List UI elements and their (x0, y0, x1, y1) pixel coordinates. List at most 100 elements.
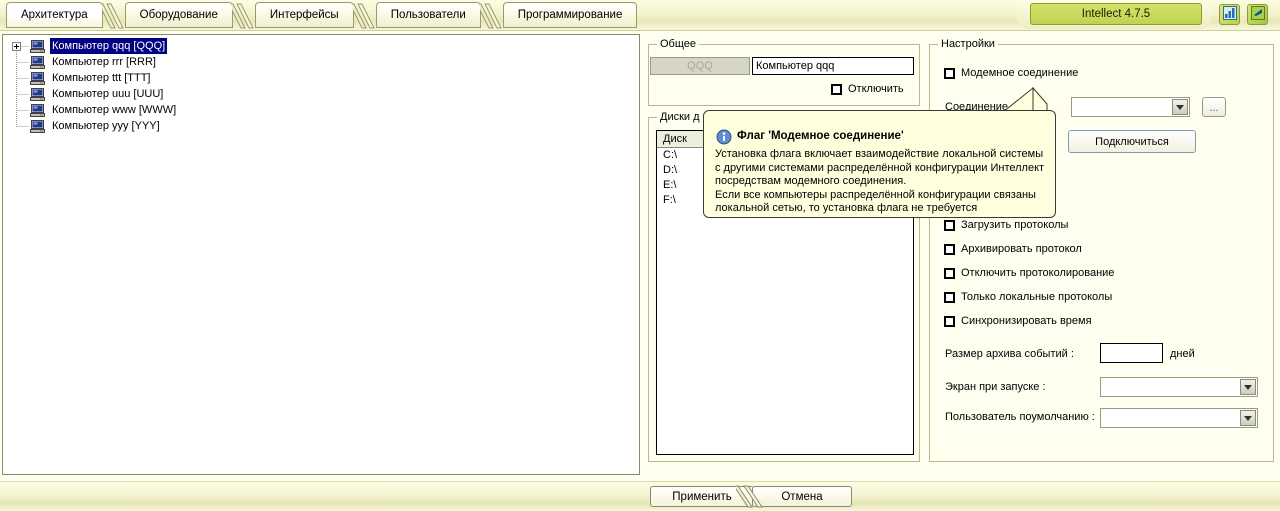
disable-logging-checkbox[interactable] (944, 267, 955, 279)
connection-combo[interactable] (1071, 97, 1190, 117)
disable-logging-row[interactable]: Отключить протоколирование (944, 267, 1114, 279)
tooltip-line: посредствам модемного соединения. (715, 175, 907, 187)
tab-label: Пользователи (390, 9, 466, 21)
tree-item-label: Компьютер uuu [UUU] (52, 88, 164, 100)
tab-polzovateli[interactable]: Пользователи (375, 2, 502, 29)
local-protocols-label: Только локальные протоколы (961, 291, 1113, 303)
tree-guide-icon (7, 86, 31, 102)
archive-protocol-label: Архивировать протокол (961, 243, 1082, 255)
startup-screen-combo[interactable] (1100, 377, 1258, 397)
computer-name-value: Компьютер qqq (756, 60, 835, 72)
browse-button[interactable]: ... (1202, 97, 1226, 117)
tree-expand-icon[interactable] (12, 42, 21, 51)
sync-time-label: Синхронизировать время (961, 315, 1092, 327)
computer-icon (30, 54, 46, 70)
tree-item-www[interactable]: Компьютер www [WWW] (7, 102, 639, 118)
archive-size-label: Размер архива событий : (945, 348, 1074, 360)
sync-time-row[interactable]: Синхронизировать время (944, 315, 1092, 327)
tab-separator-icon (231, 3, 254, 29)
tab-label: Архитектура (21, 9, 88, 21)
tree-item-uuu[interactable]: Компьютер uuu [UUU] (7, 86, 639, 102)
modem-connection-checkbox[interactable] (944, 67, 955, 79)
chevron-down-icon[interactable] (1240, 379, 1256, 395)
tooltip-line: Если все компьютеры распределённой конфи… (715, 188, 1036, 201)
computer-id-field: QQQ (650, 57, 750, 75)
default-user-combo[interactable] (1100, 408, 1258, 428)
startup-screen-label: Экран при запуске : (945, 381, 1046, 393)
tab-oborudovanie[interactable]: Оборудование (124, 2, 254, 29)
version-label: Intellect 4.7.5 (1081, 8, 1151, 20)
tree-item-ttt[interactable]: Компьютер ttt [TTT] (7, 70, 639, 86)
tree-item-yyy[interactable]: Компьютер yyy [YYY] (7, 118, 639, 134)
load-protocols-checkbox[interactable] (944, 219, 955, 231)
tab-interfeysy[interactable]: Интерфейсы (254, 2, 375, 29)
tab-programmirovanie[interactable]: Программирование (502, 2, 638, 28)
archive-size-units: дней (1170, 348, 1195, 360)
load-protocols-row[interactable]: Загрузить протоколы (944, 219, 1068, 231)
tooltip-text: Установка флага включает взаимодействие … (715, 148, 1050, 216)
tab-separator-icon (479, 3, 502, 29)
tree-item-rrr[interactable]: Компьютер rrr [RRR] (7, 54, 639, 70)
info-icon (716, 129, 732, 145)
tooltip-line: с другими системами распределённой конфи… (715, 161, 1045, 174)
footer-separator-icon (733, 485, 772, 508)
archive-protocol-checkbox[interactable] (944, 243, 955, 255)
local-protocols-row[interactable]: Только локальные протоколы (944, 291, 1112, 303)
browse-label: ... (1209, 102, 1219, 114)
tab-label: Программирование (517, 9, 623, 21)
chart-icon-button[interactable] (1219, 4, 1240, 25)
tab-separator-icon (101, 3, 124, 29)
tab-arhitektura[interactable]: Архитектура (6, 2, 124, 29)
default-user-label: Пользователь поумолчанию : (945, 411, 1095, 423)
modem-connection-row[interactable]: Модемное соединение (944, 67, 1078, 79)
architecture-tree-panel[interactable]: Компьютер qqq [QQQ] Компьютер rrr [RRR] (2, 34, 640, 475)
tree-guide-icon (7, 70, 31, 86)
archive-size-value (1101, 344, 1104, 356)
tree-guide-icon (7, 118, 31, 134)
tab-label: Интерфейсы (269, 9, 339, 21)
chevron-down-icon[interactable] (1240, 410, 1256, 426)
tooltip-line: локальной сетью, то установка флага не т… (715, 202, 978, 214)
disable-logging-label: Отключить протоколирование (961, 267, 1115, 279)
footer-bar: Применить Отмена (0, 481, 1280, 511)
general-group: Общее (648, 38, 920, 106)
computer-name-input[interactable]: Компьютер qqq (752, 57, 914, 75)
green-arrow-icon (1250, 6, 1265, 23)
chart-icon (1222, 6, 1237, 23)
load-protocols-label: Загрузить протоколы (961, 219, 1069, 231)
tooltip-title: Флаг 'Модемное соединение' (737, 130, 904, 142)
sync-time-checkbox[interactable] (944, 315, 955, 327)
archive-protocol-row[interactable]: Архивировать протокол (944, 243, 1082, 255)
disks-column-header: Диск (657, 130, 709, 148)
tooltip-line: Установка флага включает взаимодействие … (715, 148, 1044, 160)
tree-item-label: Компьютер ttt [TTT] (52, 72, 151, 84)
green-arrow-icon-button[interactable] (1247, 4, 1268, 25)
archive-size-input[interactable] (1100, 343, 1163, 363)
tree-item-label: Компьютер yyy [YYY] (52, 120, 160, 132)
connect-button[interactable]: Подключиться (1068, 130, 1196, 153)
general-group-title: Общее (657, 38, 700, 50)
tab-label: Оборудование (139, 9, 218, 21)
tree-item-label: Компьютер rrr [RRR] (52, 56, 156, 68)
computer-icon (30, 118, 46, 134)
tree-guide-icon (7, 54, 31, 70)
connect-button-label: Подключиться (1095, 135, 1169, 148)
chevron-down-icon[interactable] (1172, 99, 1188, 115)
version-badge: Intellect 4.7.5 (1030, 3, 1202, 25)
cancel-label: Отмена (781, 490, 823, 503)
settings-group-title: Настройки (938, 38, 998, 50)
tab-list: Архитектура Оборудование Интерфейсы Поль… (6, 2, 659, 29)
tree-guide-icon (7, 102, 31, 118)
disable-checkbox-row[interactable]: Отключить (831, 83, 904, 95)
modem-connection-label: Модемное соединение (961, 67, 1079, 79)
tree-item-label: Компьютер qqq [QQQ] (50, 38, 168, 54)
disable-checkbox[interactable] (831, 83, 842, 95)
computer-tree: Компьютер qqq [QQQ] Компьютер rrr [RRR] (3, 35, 639, 134)
tree-item-qqq[interactable]: Компьютер qqq [QQQ] (7, 38, 639, 54)
local-protocols-checkbox[interactable] (944, 291, 955, 303)
tooltip-body: Флаг 'Модемное соединение' Установка фла… (703, 110, 1056, 218)
disks-group-title: Диски д (657, 111, 703, 123)
computer-icon (30, 70, 46, 86)
computer-id-value: QQQ (687, 60, 713, 72)
tab-separator-icon (352, 3, 375, 29)
